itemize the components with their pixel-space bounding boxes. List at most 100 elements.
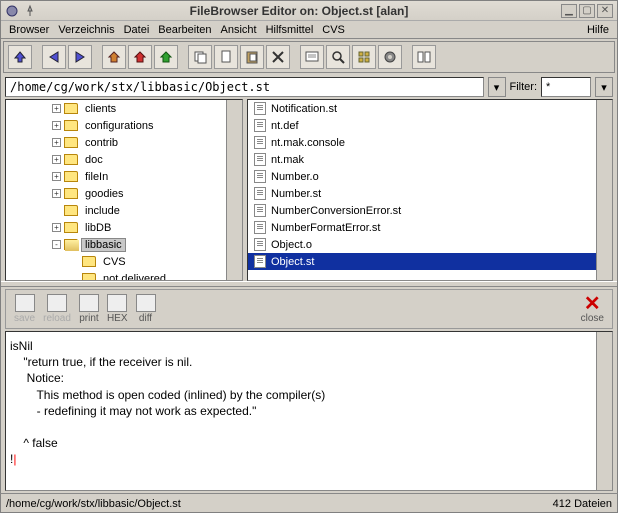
file-item[interactable]: nt.mak bbox=[248, 151, 612, 168]
expand-icon[interactable]: + bbox=[52, 138, 61, 147]
file-icon bbox=[254, 238, 266, 251]
tree-item-label: doc bbox=[82, 154, 106, 166]
editor-close-button[interactable]: ✕close bbox=[581, 294, 604, 324]
hex-button[interactable]: HEX bbox=[107, 294, 128, 324]
tree-item[interactable]: + fileIn bbox=[6, 168, 242, 185]
statusbar: /home/cg/work/stx/libbasic/Object.st 412… bbox=[0, 493, 618, 513]
delete-button[interactable] bbox=[266, 45, 290, 69]
file-item-label: nt.def bbox=[271, 120, 299, 132]
tree-item-label: fileIn bbox=[82, 171, 111, 183]
menu-hilfsmittel[interactable]: Hilfsmittel bbox=[262, 23, 318, 37]
folder-icon bbox=[64, 171, 78, 182]
filter-dropdown-button[interactable]: ▾ bbox=[595, 77, 613, 97]
tree-item[interactable]: include bbox=[6, 202, 242, 219]
menu-datei[interactable]: Datei bbox=[120, 23, 154, 37]
folder-icon bbox=[82, 273, 96, 281]
diff-button[interactable] bbox=[412, 45, 436, 69]
expand-icon[interactable]: + bbox=[52, 172, 61, 181]
file-item[interactable]: Object.o bbox=[248, 236, 612, 253]
editor-button[interactable] bbox=[300, 45, 324, 69]
file-item[interactable]: NumberConversionError.st bbox=[248, 202, 612, 219]
expand-icon[interactable]: + bbox=[52, 189, 61, 198]
tree-item[interactable]: +clients bbox=[6, 100, 242, 117]
tree-item[interactable]: CVS bbox=[6, 253, 242, 270]
tree-item-label: libbasic bbox=[82, 239, 125, 251]
tree-item[interactable]: - libbasic bbox=[6, 236, 242, 253]
find-button[interactable] bbox=[326, 45, 350, 69]
file-item-label: NumberConversionError.st bbox=[271, 205, 401, 217]
tree-item[interactable]: +configurations bbox=[6, 117, 242, 134]
back-button[interactable] bbox=[42, 45, 66, 69]
code-editor[interactable]: isNil "return true, if the receiver is n… bbox=[5, 331, 613, 491]
window-title: FileBrowser Editor on: Object.st [alan] bbox=[37, 4, 561, 18]
file-item[interactable]: Notification.st bbox=[248, 100, 612, 117]
file-icon bbox=[254, 102, 266, 115]
copy-button[interactable] bbox=[188, 45, 212, 69]
main-toolbar bbox=[3, 41, 615, 73]
tree-item-label: CVS bbox=[100, 256, 129, 268]
home-button-3[interactable] bbox=[154, 45, 178, 69]
expand-icon[interactable]: + bbox=[52, 223, 61, 232]
cut-button[interactable] bbox=[214, 45, 238, 69]
close-window-button[interactable]: ✕ bbox=[597, 4, 613, 18]
folder-icon bbox=[82, 256, 96, 267]
tree-scrollbar[interactable] bbox=[226, 100, 242, 280]
save-button[interactable]: save bbox=[14, 294, 35, 324]
horizontal-divider[interactable] bbox=[1, 281, 617, 287]
directory-tree[interactable]: +clients+configurations+contrib+doc+file… bbox=[5, 99, 243, 281]
expand-icon[interactable]: + bbox=[52, 121, 61, 130]
path-dropdown-button[interactable]: ▾ bbox=[488, 77, 506, 97]
file-item-label: Number.o bbox=[271, 171, 319, 183]
reload-button[interactable]: reload bbox=[43, 294, 71, 324]
tree-item[interactable]: + doc bbox=[6, 151, 242, 168]
file-item-label: nt.mak.console bbox=[271, 137, 345, 149]
package-button[interactable] bbox=[352, 45, 376, 69]
folder-icon bbox=[64, 205, 78, 216]
menu-hilfe[interactable]: Hilfe bbox=[583, 23, 613, 37]
tree-item[interactable]: +libDB bbox=[6, 219, 242, 236]
editor-diff-button[interactable]: diff bbox=[136, 294, 156, 324]
file-item[interactable]: Number.st bbox=[248, 185, 612, 202]
file-item[interactable]: Number.o bbox=[248, 168, 612, 185]
path-input[interactable] bbox=[5, 77, 484, 97]
expand-icon[interactable]: + bbox=[52, 104, 61, 113]
menubar: Browser Verzeichnis Datei Bearbeiten Ans… bbox=[1, 21, 617, 39]
gear-button[interactable] bbox=[378, 45, 402, 69]
file-list[interactable]: Notification.st nt.def nt.mak.console nt.ma… bbox=[247, 99, 613, 281]
tree-item[interactable]: +contrib bbox=[6, 134, 242, 151]
menu-cvs[interactable]: CVS bbox=[318, 23, 349, 37]
status-path: /home/cg/work/stx/libbasic/Object.st bbox=[6, 498, 181, 510]
editor-scrollbar[interactable] bbox=[596, 332, 612, 490]
pin-icon[interactable] bbox=[23, 4, 37, 18]
expand-icon[interactable]: - bbox=[52, 240, 61, 249]
file-item[interactable]: nt.mak.console bbox=[248, 134, 612, 151]
maximize-button[interactable]: ▢ bbox=[579, 4, 595, 18]
folder-icon bbox=[64, 154, 78, 165]
filter-input[interactable] bbox=[541, 77, 591, 97]
expand-icon[interactable]: + bbox=[52, 155, 61, 164]
pathbar: ▾ Filter: ▾ bbox=[1, 75, 617, 99]
file-item-label: Object.st bbox=[271, 256, 314, 268]
app-icon bbox=[5, 4, 19, 18]
menu-bearbeiten[interactable]: Bearbeiten bbox=[154, 23, 215, 37]
file-item-label: Notification.st bbox=[271, 103, 337, 115]
file-icon bbox=[254, 119, 266, 132]
home-button-1[interactable] bbox=[102, 45, 126, 69]
tree-item[interactable]: not delivered bbox=[6, 270, 242, 281]
file-item[interactable]: NumberFormatError.st bbox=[248, 219, 612, 236]
tree-item[interactable]: +goodies bbox=[6, 185, 242, 202]
forward-button[interactable] bbox=[68, 45, 92, 69]
file-item-label: Number.st bbox=[271, 188, 321, 200]
file-item[interactable]: nt.def bbox=[248, 117, 612, 134]
menu-verzeichnis[interactable]: Verzeichnis bbox=[54, 23, 118, 37]
menu-ansicht[interactable]: Ansicht bbox=[217, 23, 261, 37]
filelist-scrollbar[interactable] bbox=[596, 100, 612, 280]
file-item[interactable]: Object.st bbox=[248, 253, 612, 270]
menu-browser[interactable]: Browser bbox=[5, 23, 53, 37]
print-button[interactable]: print bbox=[79, 294, 99, 324]
file-item-label: NumberFormatError.st bbox=[271, 222, 380, 234]
minimize-button[interactable]: ▁ bbox=[561, 4, 577, 18]
home-button-2[interactable] bbox=[128, 45, 152, 69]
paste-button[interactable] bbox=[240, 45, 264, 69]
up-button[interactable] bbox=[8, 45, 32, 69]
